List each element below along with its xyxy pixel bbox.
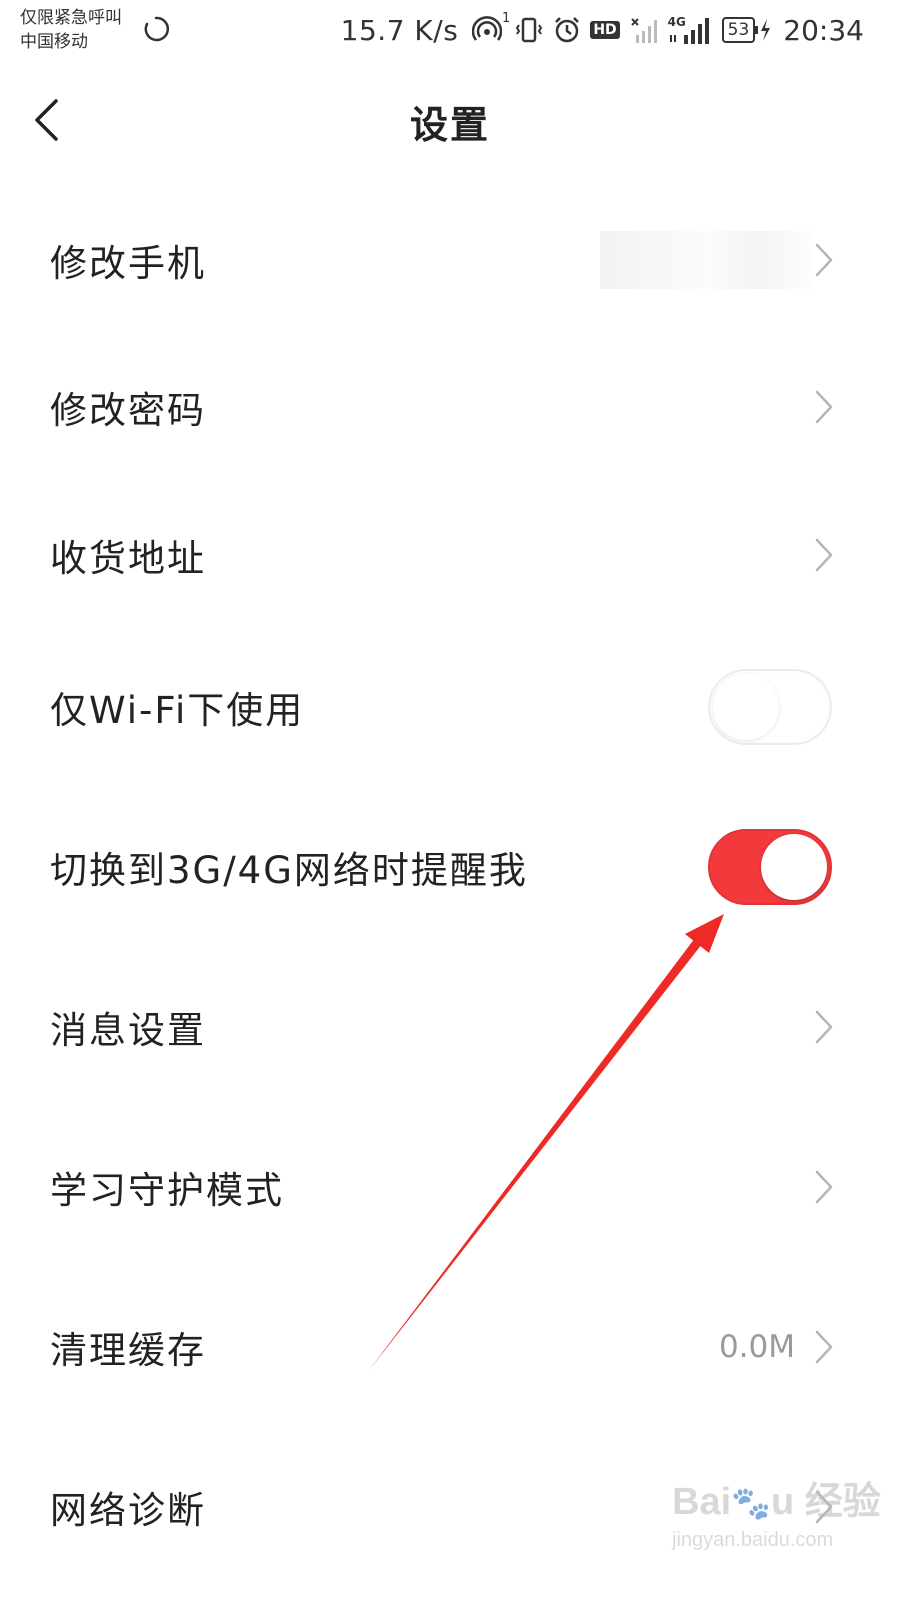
carrier-name: 中国移动 <box>20 32 88 52</box>
network-speed: 15.7 K/s <box>340 13 459 47</box>
signal-sim1-icon <box>630 18 657 43</box>
cache-size-value: 0.0M <box>718 1329 795 1365</box>
hd-voice-badge: HD <box>590 21 620 39</box>
app-header: 设置 <box>0 64 900 176</box>
settings-item-label: 消息设置 <box>50 1009 206 1052</box>
settings-item-change-password[interactable]: 修改密码 <box>0 332 900 482</box>
toggle-knob <box>761 834 827 900</box>
signal-sim2-icon: 4G <box>668 15 714 45</box>
settings-item-label: 网络诊断 <box>50 1489 206 1532</box>
chevron-right-icon <box>815 538 833 572</box>
settings-item-clear-cache[interactable]: 清理缓存 0.0M <box>0 1272 900 1422</box>
settings-item-shipping-address[interactable]: 收货地址 <box>0 480 900 630</box>
redacted-phone-number <box>600 231 812 289</box>
chevron-right-icon <box>815 1330 833 1364</box>
loading-spinner-icon <box>144 16 169 42</box>
watermark-url: jingyan.baidu.com <box>672 1529 834 1551</box>
settings-item-label: 清理缓存 <box>50 1329 206 1372</box>
chevron-right-icon <box>815 1170 833 1204</box>
settings-item-label: 切换到3G/4G网络时提醒我 <box>50 849 528 892</box>
status-right-group: 15.7 K/s 1 HD 4G 53 20:34 <box>340 11 864 48</box>
hotspot-icon: 1 <box>472 11 510 45</box>
vibrate-icon <box>516 17 543 43</box>
watermark-logo-icon: Bai🐾u 经验 <box>672 1481 881 1523</box>
settings-item-change-phone[interactable]: 修改手机 <box>0 185 900 335</box>
settings-item-wifi-only: 仅Wi-Fi下使用 <box>0 632 900 782</box>
page-title: 设置 <box>409 103 490 147</box>
battery-level: 53 <box>721 17 756 43</box>
chevron-right-icon <box>815 243 833 277</box>
baidu-jingyan-watermark: Bai🐾u 经验 jingyan.baidu.com <box>672 1470 892 1590</box>
settings-item-message-settings[interactable]: 消息设置 <box>0 952 900 1102</box>
status-bar: 仅限紧急呼叫 中国移动 15.7 K/s 1 HD 4G 53 20:34 <box>0 0 900 64</box>
settings-item-label: 学习守护模式 <box>50 1169 284 1212</box>
carrier-emergency-text: 仅限紧急呼叫 <box>20 8 122 28</box>
hotspot-count: 1 <box>502 11 511 26</box>
toggle-knob <box>713 674 779 740</box>
network-switch-alert-toggle[interactable] <box>708 829 832 905</box>
alarm-icon <box>555 17 580 43</box>
settings-item-study-guard-mode[interactable]: 学习守护模式 <box>0 1112 900 1262</box>
chevron-right-icon <box>815 390 833 424</box>
charging-icon <box>755 19 771 41</box>
chevron-right-icon <box>815 1010 833 1044</box>
settings-item-label: 仅Wi-Fi下使用 <box>50 689 305 732</box>
carrier-info: 仅限紧急呼叫 中国移动 <box>20 6 122 54</box>
wifi-only-toggle[interactable] <box>708 669 832 745</box>
settings-item-network-switch-alert: 切换到3G/4G网络时提醒我 <box>0 792 900 942</box>
settings-item-label: 修改手机 <box>50 242 206 285</box>
clock: 20:34 <box>783 13 864 47</box>
battery-indicator: 53 <box>721 15 774 45</box>
settings-item-label: 收货地址 <box>50 537 206 580</box>
settings-item-label: 修改密码 <box>50 389 206 432</box>
